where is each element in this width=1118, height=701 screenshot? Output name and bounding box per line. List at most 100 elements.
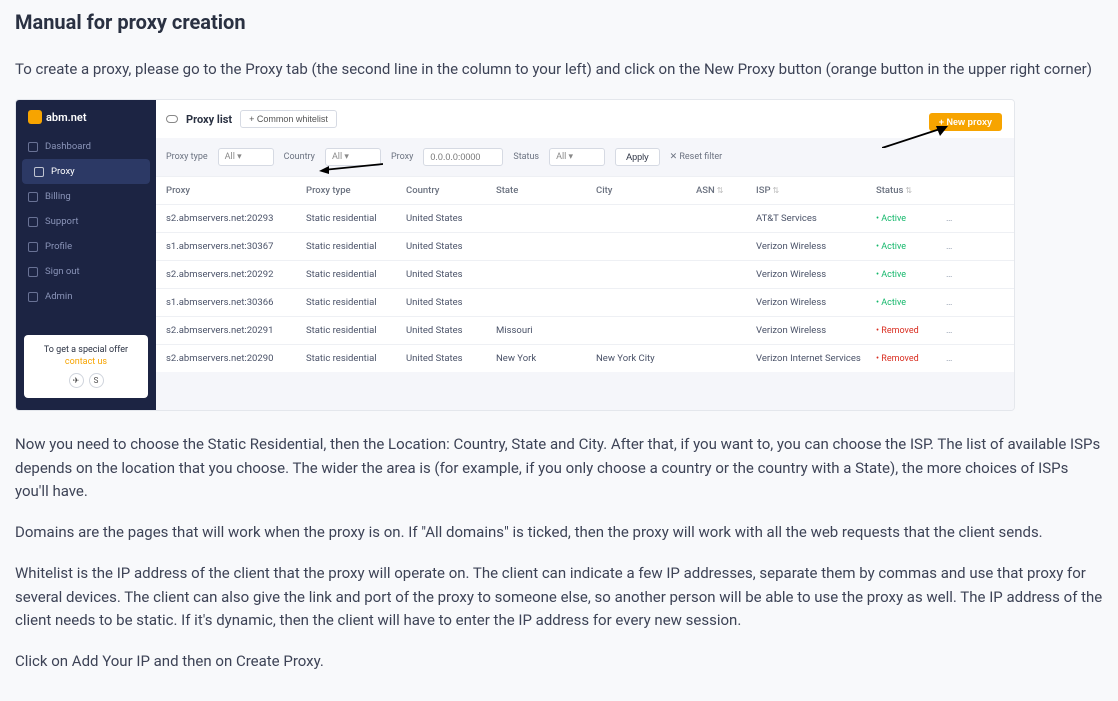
sidebar-item-profile[interactable]: Profile [16, 234, 156, 259]
country-select[interactable]: All ▾ [325, 148, 381, 166]
th-proxy-type: Proxy type [306, 185, 406, 196]
app-sidebar: abm.net Dashboard Proxy Billing Support … [16, 100, 156, 410]
cell-proxy-type: Static residential [306, 325, 406, 336]
cell-country: United States [406, 325, 496, 336]
sidebar-item-admin[interactable]: Admin [16, 284, 156, 309]
body-paragraph-5: Click on Add Your IP and then on Create … [15, 650, 1103, 673]
toolbar-left: Proxy list + Common whitelist [166, 110, 337, 128]
sidebar-item-billing[interactable]: Billing [16, 184, 156, 209]
cell-proxy-type: Static residential [306, 241, 406, 252]
brand-logo: abm.net [16, 100, 156, 134]
sort-icon: ⇅ [905, 186, 912, 195]
page-title: Manual for proxy creation [15, 10, 1103, 34]
row-actions-menu[interactable]: … [946, 325, 976, 336]
billing-icon [28, 192, 38, 202]
cell-country: United States [406, 213, 496, 224]
sidebar-item-support[interactable]: Support [16, 209, 156, 234]
toolbar: Proxy list + Common whitelist [156, 100, 1014, 138]
reset-filter-link[interactable]: ✕ Reset filter [670, 152, 723, 162]
cell-status: Removed [876, 325, 946, 336]
row-actions-menu[interactable]: … [946, 269, 976, 280]
cell-isp: AT&T Services [756, 213, 876, 224]
common-whitelist-button[interactable]: + Common whitelist [240, 110, 337, 128]
filter-label-status: Status [513, 152, 539, 162]
embedded-screenshot: abm.net Dashboard Proxy Billing Support … [15, 99, 1015, 411]
promo-box: To get a special offer contact us ✈ S [24, 335, 148, 398]
shield-icon [28, 110, 42, 124]
brand-text: abm.net [46, 111, 87, 124]
telegram-icon[interactable]: ✈ [69, 373, 84, 388]
cell-country: United States [406, 297, 496, 308]
sidebar-label: Admin [45, 291, 72, 302]
body-paragraph-4: Whitelist is the IP address of the clien… [15, 562, 1103, 632]
cell-isp: Verizon Wireless [756, 325, 876, 336]
cell-country: United States [406, 241, 496, 252]
sidebar-label: Support [45, 216, 79, 227]
th-status[interactable]: Status⇅ [876, 185, 946, 196]
table-row: s1.abmservers.net:30367Static residentia… [156, 232, 1014, 260]
status-select[interactable]: All ▾ [549, 148, 605, 166]
th-asn[interactable]: ASN⇅ [696, 185, 756, 196]
table-row: s1.abmservers.net:30366Static residentia… [156, 288, 1014, 316]
body-paragraph-3: Domains are the pages that will work whe… [15, 521, 1103, 544]
row-actions-menu[interactable]: … [946, 297, 976, 308]
apply-button[interactable]: Apply [615, 148, 660, 166]
cell-proxy: s1.abmservers.net:30367 [166, 241, 306, 252]
th-isp[interactable]: ISP⇅ [756, 185, 876, 196]
filter-bar: Proxy type All ▾ Country All ▾ Proxy Sta… [156, 138, 1014, 176]
row-actions-menu[interactable]: … [946, 241, 976, 252]
cell-status: Active [876, 213, 946, 224]
sort-icon: ⇅ [773, 186, 780, 195]
cell-status: Active [876, 297, 946, 308]
cell-proxy: s2.abmservers.net:20293 [166, 213, 306, 224]
th-proxy: Proxy [166, 185, 306, 196]
cloud-icon [166, 115, 178, 123]
th-state: State [496, 185, 596, 196]
row-actions-menu[interactable]: … [946, 213, 976, 224]
intro-paragraph: To create a proxy, please go to the Prox… [15, 58, 1103, 81]
filter-label-country: Country [284, 152, 315, 162]
promo-text: To get a special offer [30, 345, 142, 355]
new-proxy-button[interactable]: + New proxy [929, 113, 1002, 131]
row-actions-menu[interactable]: … [946, 353, 976, 364]
sidebar-item-proxy[interactable]: Proxy [22, 159, 150, 184]
cell-isp: Verizon Wireless [756, 241, 876, 252]
sidebar-item-dashboard[interactable]: Dashboard [16, 134, 156, 159]
sort-icon: ⇅ [717, 186, 724, 195]
cell-country: United States [406, 269, 496, 280]
table-row: s2.abmservers.net:20293Static residentia… [156, 204, 1014, 232]
cell-isp: Verizon Wireless [756, 269, 876, 280]
signout-icon [28, 267, 38, 277]
promo-link[interactable]: contact us [30, 357, 142, 367]
th-city: City [596, 185, 696, 196]
cell-city: New York City [596, 353, 696, 364]
cell-status: Removed [876, 353, 946, 364]
cell-proxy: s2.abmservers.net:20292 [166, 269, 306, 280]
proxy-list-title: Proxy list [186, 113, 232, 126]
profile-icon [28, 242, 38, 252]
proxy-icon [34, 167, 44, 177]
body-paragraph-2: Now you need to choose the Static Reside… [15, 433, 1103, 503]
sidebar-label: Sign out [45, 266, 80, 277]
cell-proxy-type: Static residential [306, 297, 406, 308]
cell-proxy: s2.abmservers.net:20291 [166, 325, 306, 336]
support-icon [28, 217, 38, 227]
proxy-type-select[interactable]: All ▾ [218, 148, 274, 166]
sidebar-label: Proxy [51, 166, 75, 177]
cell-isp: Verizon Internet Services [756, 353, 876, 364]
cell-proxy: s1.abmservers.net:30366 [166, 297, 306, 308]
sidebar-label: Profile [45, 241, 72, 252]
skype-icon[interactable]: S [89, 373, 104, 388]
th-country: Country [406, 185, 496, 196]
cell-proxy-type: Static residential [306, 213, 406, 224]
sidebar-item-signout[interactable]: Sign out [16, 259, 156, 284]
table-row: s2.abmservers.net:20290Static residentia… [156, 344, 1014, 372]
app-main: Proxy list + Common whitelist + New prox… [156, 100, 1014, 410]
filter-label-proxy-type: Proxy type [166, 152, 208, 162]
admin-icon [28, 292, 38, 302]
cell-proxy-type: Static residential [306, 353, 406, 364]
proxy-input[interactable] [423, 148, 503, 166]
cell-status: Active [876, 269, 946, 280]
cell-state: Missouri [496, 325, 596, 336]
cell-country: United States [406, 353, 496, 364]
